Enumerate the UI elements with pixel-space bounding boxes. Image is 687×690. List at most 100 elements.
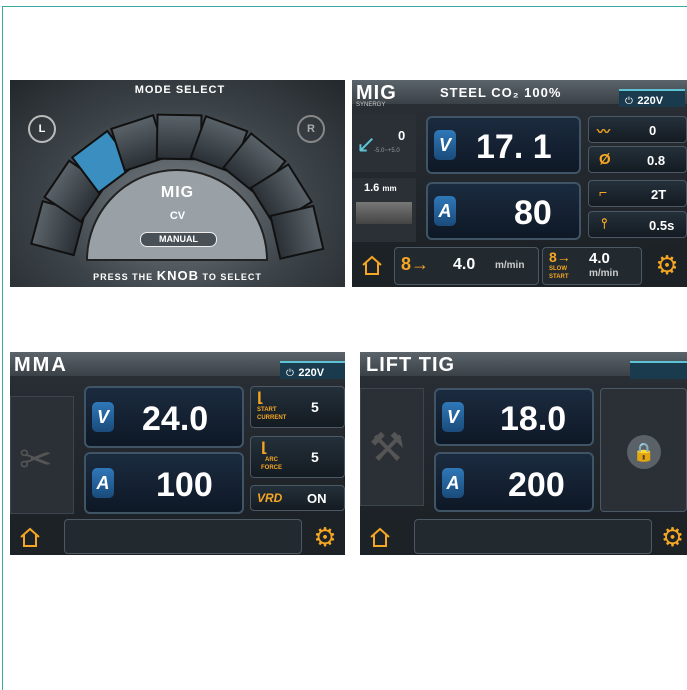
inductance-value: 0 [649, 123, 657, 138]
start-current-box[interactable]: ⌊ START CURRENT 5 [250, 386, 345, 428]
gear-icon: ⚙ [313, 521, 337, 552]
tig-current-value: 200 [508, 466, 565, 504]
wire-speed-unit: m/min [495, 260, 525, 271]
a-badge: A [434, 196, 456, 226]
frame-left-line [2, 6, 3, 690]
mig-voltage-box[interactable]: V 17. 1 [426, 116, 581, 174]
start-current-label-b: CURRENT [257, 415, 287, 421]
electrode-holder-icon: ✂ [19, 438, 53, 482]
mma-title: MMA [14, 354, 68, 376]
tig-voltage-box[interactable]: V 18.0 [434, 388, 594, 446]
wire-diameter-box[interactable]: Ø 0.8 [588, 146, 687, 173]
footer-text-b: KNOB [156, 268, 199, 283]
burnback-box[interactable]: ⫯ 0.5s [588, 211, 687, 238]
arc-force-icon: ⌊ [261, 439, 268, 455]
inductance-box[interactable]: 〰 0 [588, 116, 687, 143]
thickness-value: 1.6 [364, 182, 380, 194]
arc-force-label-b: FORCE [261, 465, 282, 471]
inductance-icon: 〰 [597, 124, 611, 139]
plug-icon: ⏻ [286, 368, 294, 379]
mode-submode: CV [169, 210, 186, 222]
tig-torch-icon: ⚒ [369, 426, 405, 470]
settings-button[interactable]: ⚙ [308, 520, 342, 554]
torch-icon: ⌐ [599, 184, 608, 200]
thickness-readout: 1.6 mm [364, 182, 397, 194]
gear-icon: ⚙ [655, 249, 679, 280]
mma-current-value: 100 [156, 466, 213, 504]
start-current-value: 5 [311, 399, 319, 415]
burnback-value: 0.5s [649, 218, 675, 233]
trigger-mode-box[interactable]: ⌐ 2T [588, 180, 687, 207]
tig-panel: LIFT TIG ⚒ V 18.0 A 200 🔒 ⚙ [360, 352, 687, 555]
plug-icon: ⏻ [625, 96, 633, 107]
mode-select-footer: PRESS THE KNOB TO SELECT [70, 268, 285, 283]
trim-value: 0 [398, 128, 406, 143]
mig-voltage-badge: ⏻ 220V [619, 89, 685, 107]
v-badge: V [92, 402, 114, 432]
gear-icon: ⚙ [660, 521, 685, 552]
settings-button[interactable]: ⚙ [658, 520, 687, 554]
mma-voltage-box[interactable]: V 24.0 [84, 386, 244, 448]
vrd-box[interactable]: VRD ON [250, 485, 345, 511]
frame-top-line [2, 6, 687, 7]
mig-current-value: 80 [514, 194, 552, 232]
tig-bottom-field [414, 519, 652, 554]
mma-voltage: 220V [298, 367, 325, 379]
start-current-icon: ⌊ [257, 389, 264, 405]
mma-bottom-field [64, 519, 302, 554]
mma-voltage-value: 24.0 [142, 400, 209, 438]
home-icon [370, 527, 390, 547]
wire-speed-box[interactable]: 8→ 4.0 m/min [394, 247, 539, 285]
wire-speed-value: 4.0 [453, 256, 476, 273]
tig-title: LIFT TIG [366, 354, 456, 376]
slow-start-box[interactable]: 8→ SLOW START 4.0 m/min [542, 247, 642, 285]
wire-diameter-value: 0.8 [647, 153, 666, 168]
thickness-panel[interactable]: 1.6 mm [352, 178, 416, 242]
mig-voltage-value: 17. 1 [476, 128, 552, 166]
mig-material: STEEL CO₂ 100% [440, 85, 562, 100]
settings-button[interactable]: ⚙ [650, 248, 684, 282]
mma-voltage-badge: ⏻ 220V [280, 361, 345, 379]
mma-current-box[interactable]: A 100 [84, 452, 244, 514]
slow-label-b: START [549, 274, 569, 280]
tig-voltage-value: 18.0 [500, 400, 567, 438]
home-icon [362, 255, 382, 275]
mig-subtitle: SYNERGY [356, 102, 386, 108]
slow-start-unit: m/min [589, 268, 619, 279]
vrd-label: VRD [257, 491, 283, 505]
v-badge: V [434, 130, 456, 160]
lock-icon: 🔒 [627, 435, 661, 469]
mode-tile [269, 204, 325, 260]
arc-force-value: 5 [311, 449, 319, 465]
slow-start-value: 4.0 [589, 250, 610, 267]
trim-panel[interactable]: ↙ 0 -5.0~+5.0 [352, 114, 416, 172]
mode-select-panel: MODE SELECT L R MIG CV MANUAL PRESS THE [10, 80, 345, 287]
slow-start-icon: 8→ [549, 249, 571, 265]
plate-icon [356, 202, 412, 224]
start-current-label-a: START [257, 407, 277, 413]
home-button[interactable] [363, 520, 397, 554]
mma-panel: MMA ⏻ 220V ✂ V 24.0 A 100 ⌊ START CURREN… [10, 352, 345, 555]
footer-text-c: TO SELECT [202, 272, 262, 282]
mig-current-box[interactable]: A 80 [426, 182, 581, 240]
mig-panel: MIG SYNERGY STEEL CO₂ 100% ⏻ 220V ↙ 0 -5… [352, 80, 687, 287]
footer-text-a: PRESS THE [93, 272, 154, 282]
diameter-icon: Ø [599, 151, 611, 168]
slow-label-a: SLOW [549, 266, 567, 272]
arc-force-label-a: ARC [265, 457, 278, 463]
tig-current-box[interactable]: A 200 [434, 452, 594, 512]
trigger-mode-value: 2T [651, 187, 667, 202]
manual-button[interactable]: MANUAL [140, 232, 217, 247]
burnback-icon: ⫯ [601, 215, 608, 231]
vrd-value: ON [307, 491, 327, 506]
electrode-holder-panel: ✂ [10, 396, 74, 514]
wire-feed-icon: 8→ [401, 254, 430, 274]
a-badge: A [442, 468, 464, 498]
trim-arrow-icon: ↙ [356, 131, 377, 158]
v-badge: V [442, 402, 464, 432]
arc-force-box[interactable]: ⌊ ARC FORCE 5 [250, 436, 345, 478]
home-button[interactable] [13, 520, 47, 554]
home-button[interactable] [355, 248, 389, 282]
mig-voltage: 220V [637, 95, 664, 107]
thickness-unit: mm [382, 184, 397, 193]
